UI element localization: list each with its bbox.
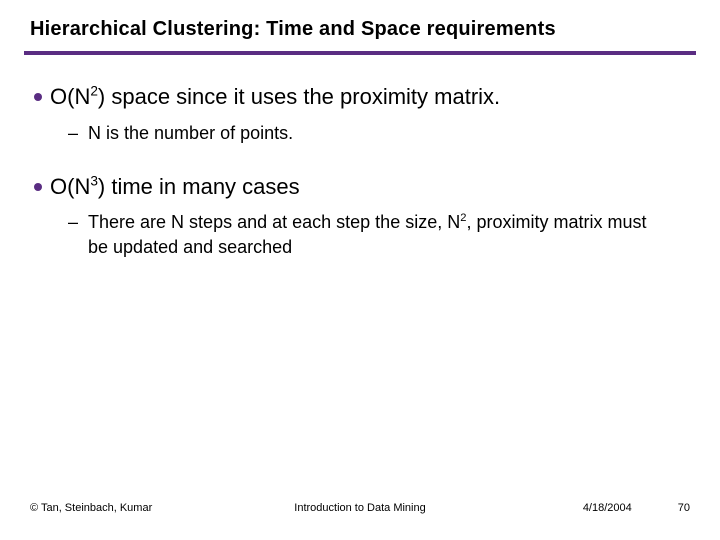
bullet-1: O(N2) space since it uses the proximity … xyxy=(34,83,690,111)
sub-bullet-1-text: N is the number of points. xyxy=(88,121,293,145)
footer-date: 4/18/2004 xyxy=(583,502,632,514)
bullet-icon xyxy=(34,93,42,101)
bullet-2: O(N3) time in many cases xyxy=(34,173,690,201)
bullet-2-text: O(N3) time in many cases xyxy=(50,173,300,201)
slide-title: Hierarchical Clustering: Time and Space … xyxy=(30,18,690,41)
bullet-icon xyxy=(34,183,42,191)
bullet-1-sup: 2 xyxy=(90,84,98,99)
slide: Hierarchical Clustering: Time and Space … xyxy=(0,0,720,540)
title-underline xyxy=(24,51,696,55)
slide-body: O(N2) space since it uses the proximity … xyxy=(30,83,690,259)
bullet-2-pre: O(N xyxy=(50,174,90,199)
bullet-1-pre: O(N xyxy=(50,84,90,109)
sub-bullet-2-text: There are N steps and at each step the s… xyxy=(88,210,648,259)
dash-icon: – xyxy=(68,121,78,145)
bullet-1-post: ) space since it uses the proximity matr… xyxy=(98,84,500,109)
bullet-1-text: O(N2) space since it uses the proximity … xyxy=(50,83,500,111)
footer-page: 70 xyxy=(678,502,690,514)
footer-title: Introduction to Data Mining xyxy=(294,502,425,514)
dash-icon: – xyxy=(68,210,78,234)
footer-copyright: © Tan, Steinbach, Kumar xyxy=(30,502,152,514)
sub-2-pre: There are N steps and at each step the s… xyxy=(88,212,460,232)
sub-bullet-1: – N is the number of points. xyxy=(68,121,690,145)
slide-footer: © Tan, Steinbach, Kumar Introduction to … xyxy=(30,502,690,514)
bullet-2-sup: 3 xyxy=(90,173,98,188)
bullet-2-post: ) time in many cases xyxy=(98,174,300,199)
sub-bullet-2: – There are N steps and at each step the… xyxy=(68,210,690,259)
sub-1-pre: N is the number of points. xyxy=(88,123,293,143)
